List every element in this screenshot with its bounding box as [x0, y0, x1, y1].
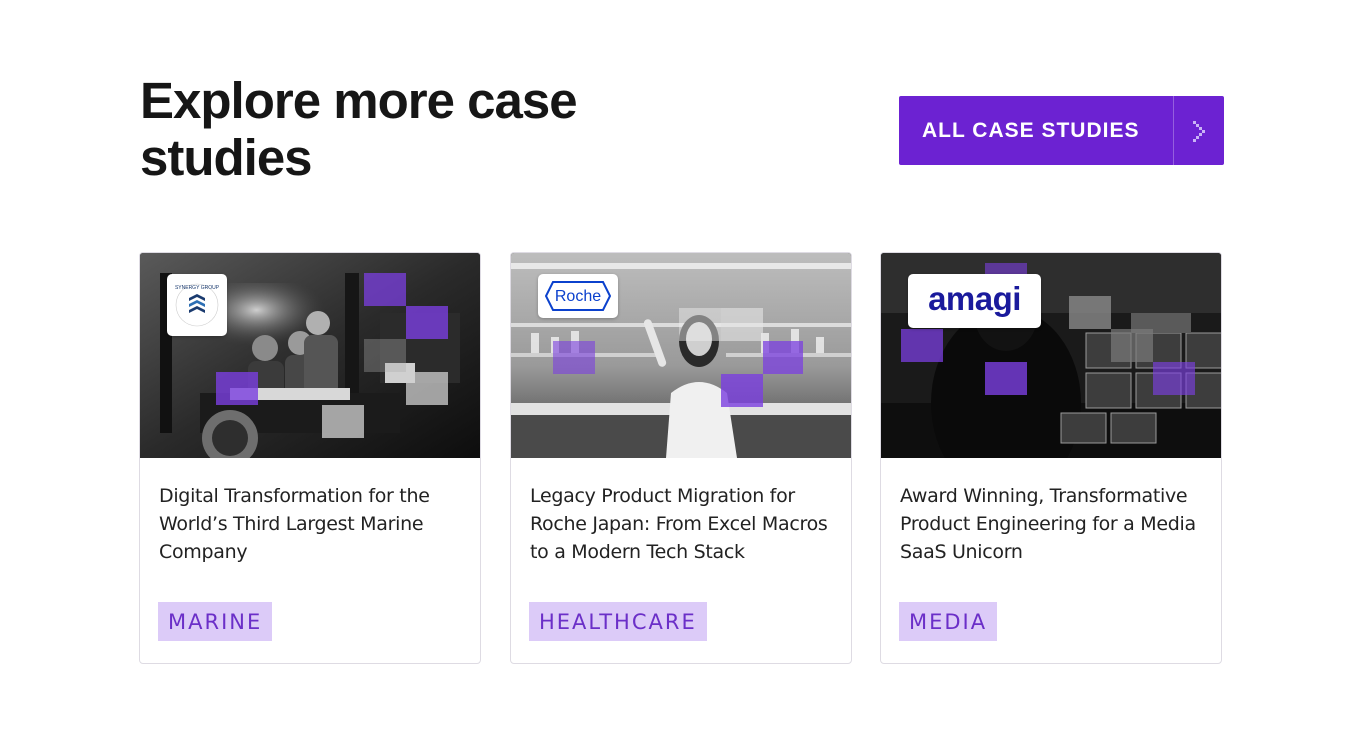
case-study-title[interactable]: Digital Transformation for the World’s T… [159, 482, 469, 566]
case-study-image-marine: SYNERGY GROUP [140, 253, 480, 458]
section-heading: Explore more case studies [140, 72, 578, 186]
industry-tag: MEDIA [899, 602, 998, 641]
case-study-card-media[interactable]: amagi Award Winning, Transformative Prod… [880, 252, 1222, 664]
synergy-group-logo: SYNERGY GROUP [167, 274, 227, 336]
synergy-logo-text: SYNERGY GROUP [175, 285, 220, 291]
case-study-list: SYNERGY GROUP Digital Transformation for… [139, 252, 1222, 664]
roche-logo-text: Roche [555, 288, 601, 305]
roche-logo: Roche [538, 274, 618, 318]
synergy-group-logo-icon: SYNERGY GROUP [175, 283, 220, 327]
industry-tag: MARINE [158, 602, 273, 641]
all-case-studies-button[interactable]: ALL CASE STUDIES [899, 96, 1224, 165]
case-study-title[interactable]: Award Winning, Transformative Product En… [900, 482, 1210, 566]
case-study-title[interactable]: Legacy Product Migration for Roche Japan… [530, 482, 840, 566]
roche-logo-icon: Roche [545, 281, 611, 311]
case-study-card-healthcare[interactable]: Roche Legacy Product Migration for Roche… [510, 252, 852, 664]
amagi-logo-text: amagi [928, 280, 1021, 317]
industry-tag: HEALTHCARE [529, 602, 707, 641]
case-study-image-media: amagi [881, 253, 1221, 458]
case-study-card-marine[interactable]: SYNERGY GROUP Digital Transformation for… [139, 252, 481, 664]
amagi-logo: amagi [908, 274, 1041, 328]
all-case-studies-label: ALL CASE STUDIES [922, 118, 1140, 142]
case-study-image-healthcare: Roche [511, 253, 851, 458]
chevron-right-icon [1173, 96, 1224, 165]
